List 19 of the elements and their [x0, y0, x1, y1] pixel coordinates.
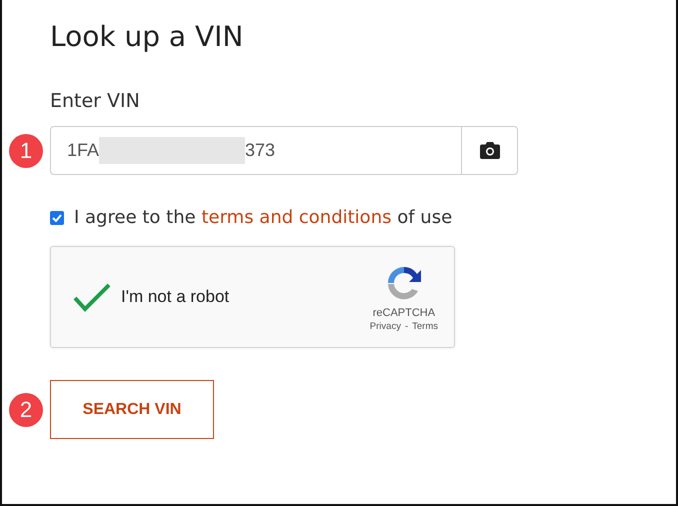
search-button[interactable]: SEARCH VIN — [50, 380, 214, 439]
terms-link[interactable]: terms and conditions — [201, 207, 392, 228]
agreement-text: I agree to the terms and conditions of use — [74, 207, 452, 228]
vin-text: 373 — [245, 140, 276, 161]
page-title: Look up a VIN — [50, 19, 244, 55]
step-badge: 2 — [9, 393, 43, 427]
terms-link[interactable]: Terms — [412, 320, 438, 332]
privacy-link[interactable]: Privacy — [370, 320, 401, 332]
vin-text: 1FA — [67, 140, 100, 161]
captcha-label: I'm not a robot — [121, 287, 230, 307]
link-separator: - — [404, 320, 408, 332]
camera-button[interactable] — [461, 127, 517, 174]
check-icon[interactable] — [73, 282, 111, 312]
field-label: Enter VIN — [50, 90, 140, 112]
step-badge: 1 — [9, 134, 43, 168]
captcha-brand: reCAPTCHA — [372, 306, 436, 318]
vin-field[interactable]: 1FA 373 — [50, 126, 518, 175]
agree-checkbox[interactable] — [50, 210, 64, 224]
camera-icon — [480, 142, 500, 159]
